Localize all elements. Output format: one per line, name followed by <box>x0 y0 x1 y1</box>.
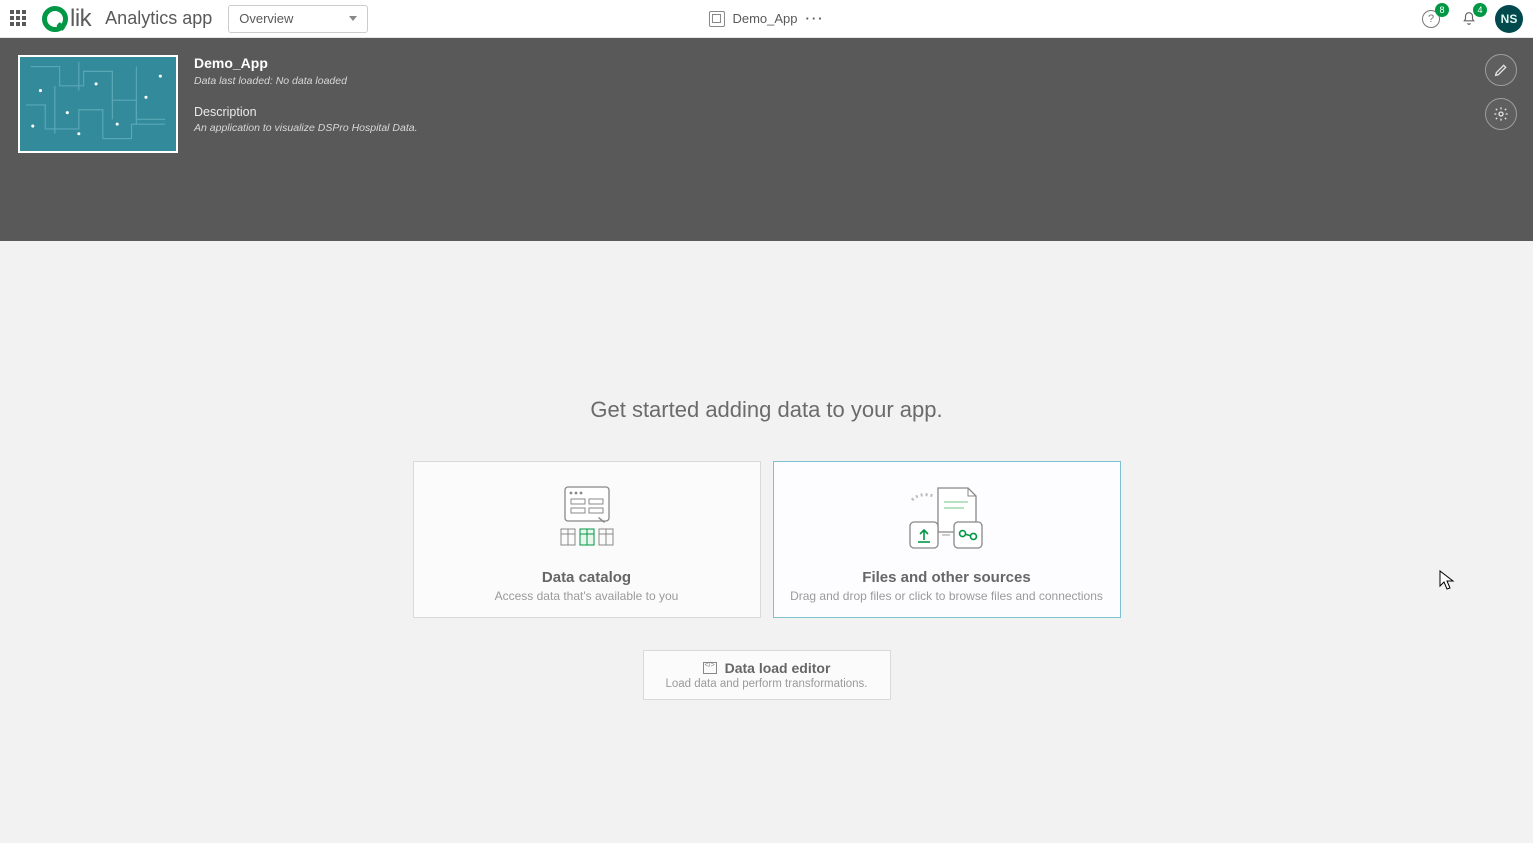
topbar: lik Analytics app Overview Demo_App ··· … <box>0 0 1533 38</box>
data-catalog-subtitle: Access data that's available to you <box>495 589 679 603</box>
files-sources-illustration <box>892 462 1002 569</box>
topbar-right: ? 8 4 NS <box>1419 5 1523 33</box>
help-badge: 8 <box>1435 3 1449 17</box>
data-load-editor-button[interactable]: Data load editor Load data and perform t… <box>643 650 891 700</box>
files-sources-subtitle: Drag and drop files or click to browse f… <box>790 589 1103 603</box>
app-thumbnail[interactable] <box>18 55 178 153</box>
app-name-center: Demo_App <box>732 11 797 26</box>
script-icon <box>703 662 717 674</box>
user-avatar[interactable]: NS <box>1495 5 1523 33</box>
get-started-headline: Get started adding data to your app. <box>0 397 1533 423</box>
data-catalog-card[interactable]: Data catalog Access data that's availabl… <box>413 461 761 618</box>
data-catalog-title: Data catalog <box>542 569 631 586</box>
data-last-loaded: Data last loaded: No data loaded <box>194 75 418 87</box>
qlik-logo[interactable]: lik <box>42 5 91 33</box>
app-icon <box>708 11 724 27</box>
app-name: Demo_App <box>194 55 418 71</box>
app-more-menu[interactable]: ··· <box>806 11 825 26</box>
app-header: Demo_App Data last loaded: No data loade… <box>0 38 1533 241</box>
app-launcher-icon[interactable] <box>10 10 28 28</box>
notifications-badge: 4 <box>1473 3 1487 17</box>
gear-icon <box>1493 106 1509 122</box>
files-sources-card[interactable]: Files and other sources Drag and drop fi… <box>773 461 1121 618</box>
pencil-icon <box>1493 62 1509 78</box>
data-source-cards: Data catalog Access data that's availabl… <box>0 461 1533 618</box>
qlik-wordmark: lik <box>70 5 91 33</box>
description-label: Description <box>194 105 418 119</box>
qlik-q-icon <box>42 6 68 32</box>
breadcrumb: Demo_App ··· <box>708 11 824 27</box>
notifications-button[interactable]: 4 <box>1457 7 1481 31</box>
settings-button[interactable] <box>1485 98 1517 130</box>
data-load-editor-title: Data load editor <box>725 660 831 676</box>
files-sources-title: Files and other sources <box>862 569 1030 586</box>
app-type-label: Analytics app <box>105 8 212 29</box>
description-text: An application to visualize DSPro Hospit… <box>194 122 418 134</box>
edit-button[interactable] <box>1485 54 1517 86</box>
main-content: Get started adding data to your app. <box>0 241 1533 700</box>
header-actions <box>1485 54 1517 130</box>
chevron-down-icon <box>349 16 357 21</box>
view-dropdown[interactable]: Overview <box>228 5 368 33</box>
app-meta: Demo_App Data last loaded: No data loade… <box>194 55 418 224</box>
help-button[interactable]: ? 8 <box>1419 7 1443 31</box>
view-dropdown-value: Overview <box>239 11 293 26</box>
data-catalog-illustration <box>547 462 627 569</box>
data-load-editor-subtitle: Load data and perform transformations. <box>665 678 867 690</box>
